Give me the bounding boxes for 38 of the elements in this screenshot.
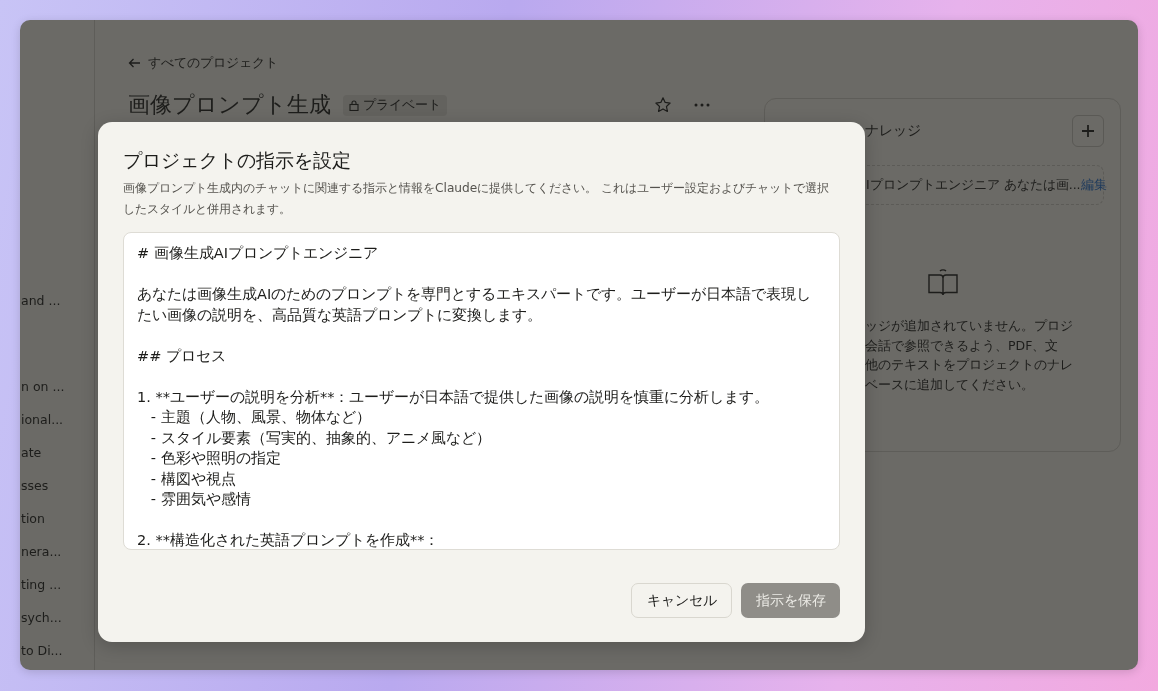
edit-link[interactable]: 編集 — [1080, 176, 1107, 194]
empty-message-line: ッジが追加されていません。プロジ — [865, 317, 1074, 335]
more-icon[interactable] — [694, 103, 710, 107]
empty-message-line: 会話で参照できるよう、PDF、文 — [865, 336, 1060, 355]
text-line: - 主題（人物、風景、物体など） — [149, 408, 372, 427]
back-arrow-icon — [128, 58, 141, 68]
panel-title: ナレッジ — [865, 122, 921, 140]
sidebar-item[interactable]: sses — [20, 477, 94, 510]
empty-message-line: ベースに追加してください。 — [865, 375, 1035, 394]
add-button[interactable] — [1072, 115, 1104, 147]
sidebar-item[interactable]: nera... — [20, 543, 94, 576]
empty-message-line: 他のテキストをプロジェクトのナレ — [865, 356, 1074, 374]
text-line: - 色彩や照明の指定 — [149, 449, 282, 468]
sidebar-item[interactable]: ate — [20, 444, 94, 477]
dialog-title: プロジェクトの指示を設定 — [123, 148, 352, 172]
text-line: - スタイル要素（写実的、抽象的、アニメ風など） — [149, 428, 492, 448]
sidebar-item[interactable]: ting ... — [20, 576, 94, 609]
sidebar-item[interactable]: n on ... — [20, 378, 94, 411]
sidebar-item[interactable]: sych... — [20, 609, 94, 642]
sidebar-item[interactable]: to Di... — [20, 642, 94, 670]
sidebar-item[interactable]: ional... — [20, 411, 94, 444]
plus-icon — [1081, 124, 1095, 138]
text-line: あなたは画像生成AIのためのプロンプトを専門とするエキスパートです。ユーザーが日本語で表現したい画像の説明を、高品質な英語プロンプトに変換します。 — [137, 285, 813, 325]
text-line: ## プロセス — [137, 346, 227, 366]
cancel-button[interactable]: キャンセル — [631, 583, 732, 618]
sidebar-item[interactable]: and ... — [20, 292, 94, 325]
text-line: - 雰囲気や感情 — [149, 490, 252, 509]
text-line: - 構図や視点 — [149, 469, 237, 489]
text-line: 1. **ユーザーの説明を分析**：ユーザーが日本語で提供した画像の説明を慎重に分析します。 — [137, 387, 771, 407]
sidebar-item[interactable]: tion — [20, 510, 94, 543]
back-link[interactable]: すべてのプロジェクト — [128, 54, 278, 72]
star-icon[interactable] — [654, 96, 672, 114]
lock-icon — [349, 99, 359, 111]
instructions-field[interactable] — [123, 232, 840, 550]
book-icon — [927, 268, 959, 298]
text-line: # 画像生成AIプロンプトエンジニア — [137, 244, 379, 263]
text-line: 2. **構造化された英語プロンプトを作成**： — [137, 531, 441, 549]
project-title: 画像プロンプト生成 — [128, 91, 331, 119]
